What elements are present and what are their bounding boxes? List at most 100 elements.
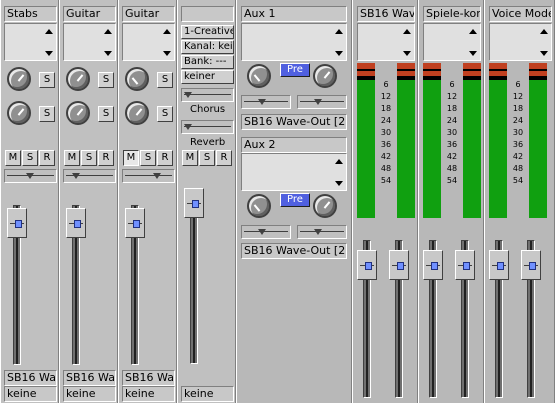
output-select[interactable]: SB16 Wa [63,370,116,386]
output-strip-1: SB16 Wave 61218243036424854 [352,0,418,403]
pan-knob[interactable] [66,67,90,91]
pan-slider[interactable] [63,169,116,183]
scroll-up-icon[interactable] [540,29,548,34]
program-select[interactable]: keiner [181,70,234,84]
output-name[interactable]: Voice Mode [489,6,552,22]
channel-name[interactable]: Stabs [4,6,57,22]
aux-return-knob[interactable] [313,194,337,218]
mute-button[interactable]: M [182,150,198,166]
fader-thumb[interactable] [125,208,145,238]
output-select[interactable]: SB16 Wa [122,370,175,386]
output-list[interactable] [423,23,481,61]
aux-pan-slider[interactable] [241,225,291,239]
aux-output-select[interactable]: SB16 Wave-Out [220 [241,243,347,259]
send-button[interactable]: S [39,72,55,88]
chorus-slider[interactable] [181,120,234,134]
scroll-down-icon[interactable] [403,51,411,56]
scroll-down-icon[interactable] [335,181,343,186]
pan-knob[interactable] [125,67,149,91]
solo-button[interactable]: S [140,150,156,166]
solo-button[interactable]: S [81,150,97,166]
route-select[interactable]: keine [122,386,175,402]
fader-thumb[interactable] [66,208,86,238]
record-button[interactable]: R [157,150,173,166]
output-name[interactable]: SB16 Wave [357,6,415,22]
send-button[interactable]: S [98,106,114,122]
scroll-up-icon[interactable] [335,29,343,34]
aux-send-knob[interactable] [247,194,271,218]
aux-name[interactable]: Aux 1 [241,6,347,22]
scroll-down-icon[interactable] [540,51,548,56]
scroll-down-icon[interactable] [335,51,343,56]
aux-pan-slider[interactable] [297,95,347,109]
aux-name[interactable]: Aux 2 [241,137,347,153]
output-strip-2: Spiele-komp 61218243036424854 [418,0,484,403]
record-button[interactable]: R [98,150,114,166]
scroll-up-icon[interactable] [104,29,112,34]
bank-select[interactable]: Bank: --- [181,55,234,69]
channel-list[interactable] [4,23,57,61]
aux-output-select[interactable]: SB16 Wave-Out [220 [241,114,347,130]
scroll-down-icon[interactable] [163,51,171,56]
record-button[interactable]: R [216,150,232,166]
output-name[interactable]: Spiele-komp [423,6,481,22]
reverb-label: Reverb [190,137,226,148]
mute-button[interactable]: M [64,150,80,166]
fader-thumb-right[interactable] [389,250,409,280]
scroll-up-icon[interactable] [163,29,171,34]
solo-button[interactable]: S [22,150,38,166]
aux-list[interactable] [241,23,347,61]
send-button[interactable]: S [157,106,173,122]
route-select[interactable]: keine [63,386,116,402]
pan-slider[interactable] [4,169,57,183]
output-list[interactable] [357,23,415,61]
aux-pan-slider[interactable] [297,225,347,239]
aux-send-knob[interactable] [247,64,271,88]
fader-thumb-left[interactable] [489,250,509,280]
route-select[interactable]: keine [4,386,57,402]
send-button[interactable]: S [39,106,55,122]
fader-thumb-right[interactable] [455,250,475,280]
effect-slider-1[interactable] [181,88,234,102]
fader-thumb[interactable] [184,188,204,218]
pre-button[interactable]: Pre [280,63,310,77]
record-button[interactable]: R [39,150,55,166]
scroll-down-icon[interactable] [104,51,112,56]
scroll-up-icon[interactable] [469,29,477,34]
send-button[interactable]: S [98,72,114,88]
fader-thumb-right[interactable] [521,250,541,280]
effect-name[interactable] [181,6,234,22]
channel-list[interactable] [63,23,116,61]
route-select[interactable]: keine [181,386,234,402]
aux-knob[interactable] [7,101,31,125]
pan-knob[interactable] [7,67,31,91]
solo-button[interactable]: S [199,150,215,166]
fader-thumb-left[interactable] [423,250,443,280]
meter-scale: 6 12 18 24 30 36 42 48 54 [446,80,458,185]
aux-knob[interactable] [66,101,90,125]
fader-thumb[interactable] [7,208,27,238]
channel-name[interactable]: Guitar [122,6,175,22]
mute-button[interactable]: M [123,150,139,166]
scroll-up-icon[interactable] [403,29,411,34]
aux-knob[interactable] [125,101,149,125]
chorus-label: Chorus [190,104,226,115]
channel-list[interactable] [122,23,175,61]
channel-name[interactable]: Guitar [63,6,116,22]
scroll-up-icon[interactable] [335,159,343,164]
send-button[interactable]: S [157,72,173,88]
aux-pan-slider[interactable] [241,95,291,109]
channel-select[interactable]: Kanal: kei [181,40,234,54]
fader-thumb-left[interactable] [357,250,377,280]
aux-return-knob[interactable] [313,64,337,88]
mute-button[interactable]: M [5,150,21,166]
output-list[interactable] [489,23,552,61]
aux-list[interactable] [241,153,347,191]
pre-button[interactable]: Pre [280,193,310,207]
output-select[interactable]: SB16 Wa [4,370,57,386]
device-select[interactable]: 1-Creative [181,25,234,39]
scroll-down-icon[interactable] [469,51,477,56]
scroll-up-icon[interactable] [45,29,53,34]
scroll-down-icon[interactable] [45,51,53,56]
pan-slider[interactable] [122,169,175,183]
